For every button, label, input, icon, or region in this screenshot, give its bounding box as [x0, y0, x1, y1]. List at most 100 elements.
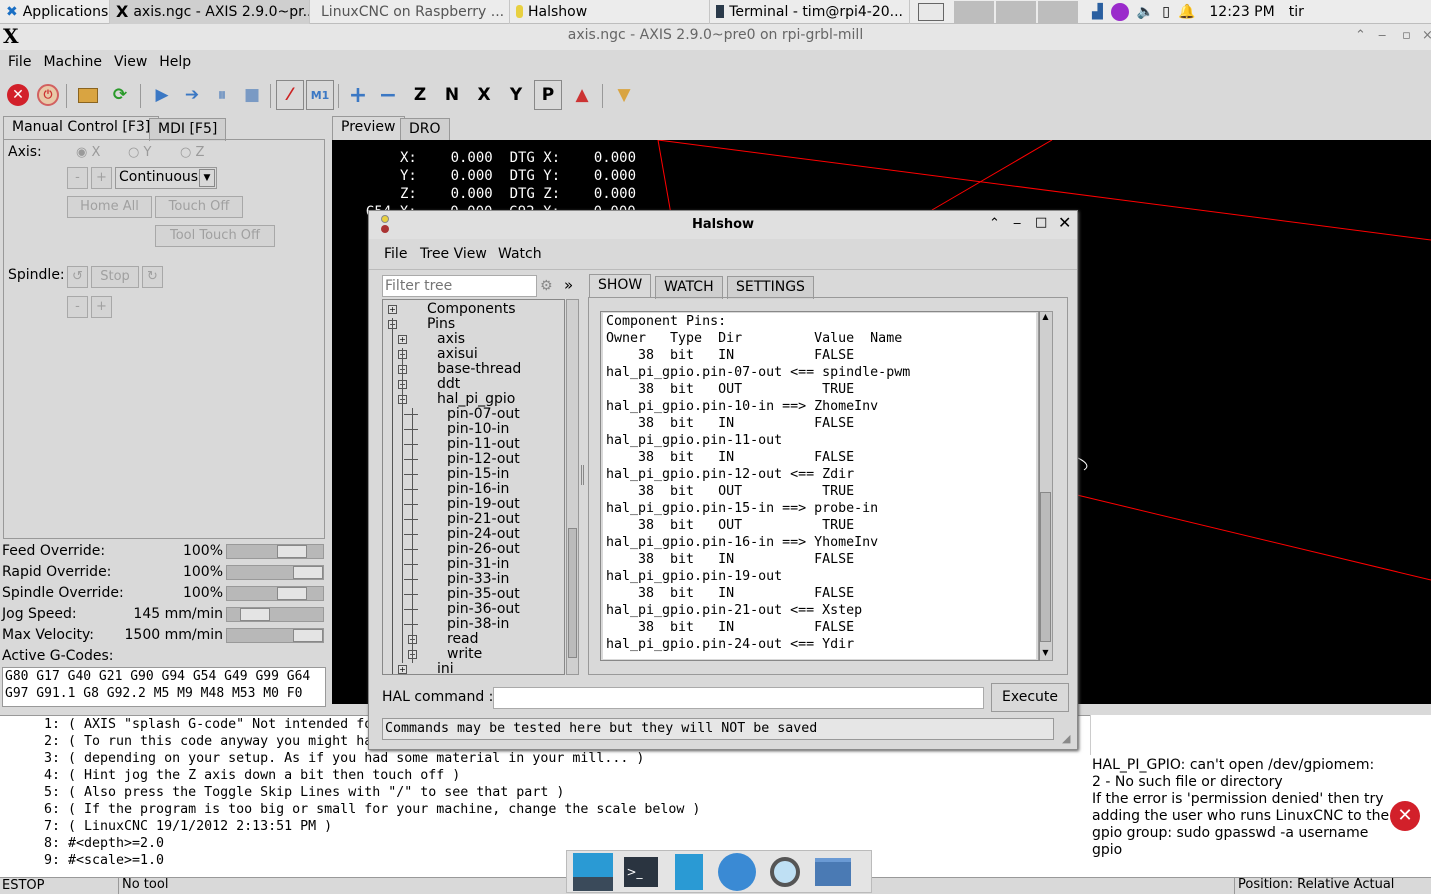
- optional-stop-button[interactable]: M1: [306, 80, 334, 110]
- view-p-button[interactable]: P: [534, 80, 562, 110]
- hal-tree-scroll-thumb[interactable]: [568, 528, 577, 658]
- workspace-3[interactable]: [996, 0, 1036, 23]
- menu-machine[interactable]: Machine: [35, 52, 106, 74]
- jog-mode-select[interactable]: Continuous ▼: [115, 167, 217, 189]
- taskbar-window-terminal[interactable]: Terminal - tim@rpi4-20...: [710, 0, 910, 24]
- touch-off-button[interactable]: Touch Off: [155, 196, 243, 218]
- slider-handle[interactable]: [293, 566, 323, 579]
- tree-node[interactable]: pin-38-in: [447, 617, 509, 632]
- notification-bell-icon[interactable]: 🔔: [1178, 4, 1195, 20]
- tab-preview[interactable]: Preview: [332, 116, 405, 140]
- tab-dro[interactable]: DRO: [400, 118, 450, 141]
- expand-icon[interactable]: +: [398, 335, 407, 344]
- view-x-button[interactable]: X: [470, 80, 498, 110]
- workspace-2[interactable]: [954, 0, 994, 23]
- gcode-line[interactable]: 6: ( If the program is too big or small f…: [0, 801, 1090, 818]
- spindle-stop-button[interactable]: Stop: [91, 266, 139, 288]
- hal-command-input[interactable]: [493, 687, 984, 709]
- slider-handle[interactable]: [240, 608, 270, 621]
- menu-help[interactable]: Help: [151, 52, 195, 74]
- tree-node[interactable]: write: [447, 647, 482, 662]
- halshow-menu-tree-view[interactable]: Tree View: [420, 246, 487, 262]
- pause-button[interactable]: ⏸: [208, 80, 236, 110]
- tree-node[interactable]: pin-21-out: [447, 512, 520, 527]
- filter-settings-gear-icon[interactable]: ⚙: [540, 278, 553, 294]
- tree-node[interactable]: Components: [427, 302, 516, 317]
- gcode-line[interactable]: 3: ( depending on your setup. As if you h…: [0, 750, 1090, 767]
- halshow-close-icon[interactable]: ✕: [1058, 213, 1071, 232]
- expand-icon[interactable]: +: [398, 665, 407, 674]
- dock-terminal[interactable]: >_: [619, 852, 662, 892]
- jog-minus-button[interactable]: -: [67, 167, 88, 189]
- spindle-cw-button[interactable]: ↻: [142, 266, 163, 288]
- tab-settings[interactable]: SETTINGS: [727, 276, 814, 299]
- dock-show-desktop[interactable]: [571, 852, 614, 892]
- scroll-down-icon[interactable]: ▼: [1039, 648, 1052, 660]
- override-slider[interactable]: [226, 544, 324, 559]
- execute-button[interactable]: Execute: [991, 683, 1069, 712]
- gcode-line[interactable]: 9: #<scale>=1.0: [0, 852, 1090, 869]
- tab-mdi[interactable]: MDI [F5]: [149, 118, 227, 141]
- halshow-maximize-icon[interactable]: □: [1035, 215, 1047, 230]
- axis-radio-y[interactable]: ○ Y: [128, 145, 151, 160]
- close-icon[interactable]: ×: [1422, 28, 1431, 43]
- show-scroll-thumb[interactable]: [1040, 492, 1051, 642]
- volume-icon[interactable]: 🔈: [1137, 4, 1154, 20]
- taskbar-window-browser[interactable]: LinuxCNC on Raspberry ...: [310, 0, 510, 24]
- reload-button[interactable]: ⟳: [106, 80, 134, 110]
- dock-web-browser[interactable]: [715, 852, 758, 892]
- tree-node[interactable]: axis: [437, 332, 465, 347]
- gcode-line[interactable]: 4: ( Hint jog the Z axis down a bit then …: [0, 767, 1090, 784]
- zoom-in-button[interactable]: +: [344, 80, 372, 110]
- clear-plot-button[interactable]: ▼: [610, 80, 638, 110]
- axis-radio-z[interactable]: ○ Z: [180, 145, 204, 160]
- home-all-button[interactable]: Home All: [67, 196, 152, 218]
- spindle-ccw-button[interactable]: ↺: [67, 266, 88, 288]
- open-file-button[interactable]: [74, 80, 102, 110]
- pane-splitter[interactable]: [581, 465, 584, 485]
- view-z-button[interactable]: Z: [406, 80, 434, 110]
- battery-icon[interactable]: ▯: [1162, 4, 1170, 20]
- zoom-out-button[interactable]: −: [374, 80, 402, 110]
- menu-file[interactable]: File: [0, 52, 35, 74]
- block-delete-button[interactable]: ⁄: [276, 80, 304, 110]
- gcode-listing-scroll-area[interactable]: [1090, 715, 1431, 755]
- override-slider[interactable]: [226, 628, 324, 643]
- override-slider[interactable]: [226, 565, 324, 580]
- workspace-1[interactable]: [918, 2, 944, 21]
- firefox-icon[interactable]: [1110, 2, 1129, 21]
- clock[interactable]: 12:23 PM: [1209, 4, 1274, 20]
- tree-node[interactable]: pin-36-out: [447, 602, 520, 617]
- override-slider[interactable]: [226, 607, 324, 622]
- tree-node[interactable]: pin-33-in: [447, 572, 509, 587]
- hal-tree[interactable]: +Components−Pins+axis+axisui+base-thread…: [382, 299, 565, 675]
- halshow-menu-file[interactable]: File: [384, 246, 407, 262]
- gcode-line[interactable]: 8: #<depth>=2.0: [0, 835, 1090, 852]
- network-icon[interactable]: ▟: [1092, 4, 1103, 20]
- tree-node[interactable]: ddt: [437, 377, 460, 392]
- tree-node[interactable]: ini: [437, 662, 454, 675]
- override-slider[interactable]: [226, 586, 324, 601]
- show-text-area[interactable]: Component Pins: Owner Type Dir Value Name…: [603, 313, 1036, 659]
- taskbar-window-halshow[interactable]: Halshow: [510, 0, 710, 24]
- view-y-button[interactable]: Y: [502, 80, 530, 110]
- tool-touch-off-button[interactable]: Tool Touch Off: [155, 225, 275, 247]
- tab-watch[interactable]: WATCH: [655, 276, 723, 299]
- tree-node[interactable]: pin-16-in: [447, 482, 509, 497]
- tree-node[interactable]: pin-12-out: [447, 452, 520, 467]
- show-scrollbar[interactable]: ▲ ▼: [1038, 311, 1053, 661]
- slider-handle[interactable]: [293, 629, 323, 642]
- scroll-up-icon[interactable]: ▲: [1039, 312, 1052, 324]
- slider-handle[interactable]: [277, 587, 307, 600]
- minimize-icon[interactable]: ‒: [1378, 28, 1386, 43]
- tree-node[interactable]: axisui: [437, 347, 478, 362]
- halshow-minimize-icon[interactable]: ‒: [1013, 216, 1021, 231]
- stop-program-button[interactable]: ■: [238, 80, 266, 110]
- run-button[interactable]: ▶: [148, 80, 176, 110]
- halshow-titlebar[interactable]: Halshow ⌃ ‒ □ ✕: [369, 211, 1077, 239]
- window-titlebar[interactable]: X axis.ngc - AXIS 2.9.0~pre0 on rpi-grbl…: [0, 24, 1431, 50]
- spindle-faster-button[interactable]: +: [91, 296, 112, 318]
- axis-radio-x[interactable]: ◉ X: [76, 145, 100, 160]
- jog-plus-button[interactable]: +: [91, 167, 112, 189]
- tree-node[interactable]: pin-10-in: [447, 422, 509, 437]
